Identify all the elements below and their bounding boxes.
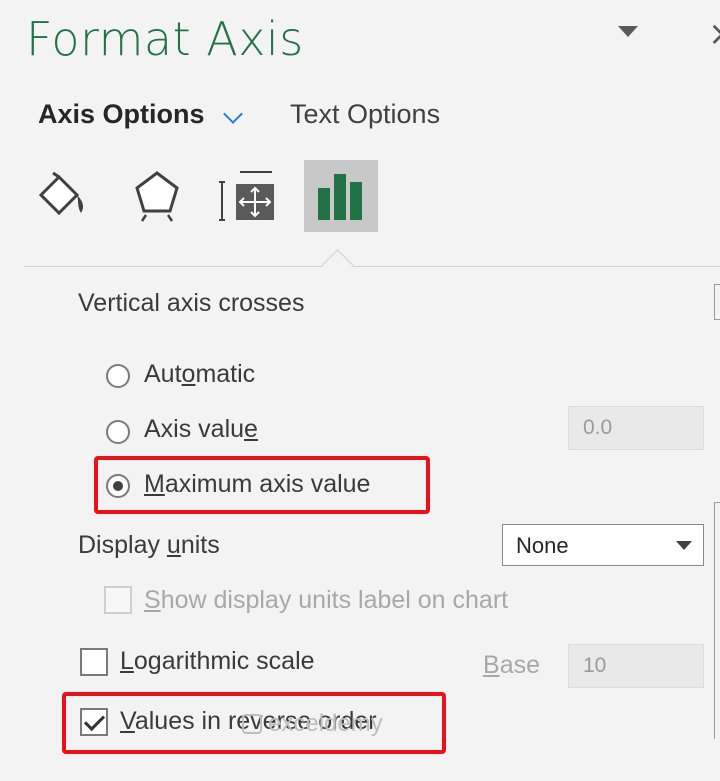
fill-line-icon [38, 171, 84, 216]
size-properties-icon [219, 171, 274, 221]
tab-axis-options[interactable]: Axis Options [38, 99, 205, 130]
logarithmic-scale-label[interactable]: Logarithmic scale [120, 647, 315, 676]
logarithmic-scale-checkbox[interactable] [80, 648, 108, 676]
show-display-units-label[interactable]: Show display units label on chart [144, 586, 508, 615]
radio-automatic-label[interactable]: Automatic [144, 360, 255, 389]
active-tab-pointer [321, 249, 354, 282]
dropdown-arrow-icon[interactable] [676, 541, 692, 550]
tab-text-options[interactable]: Text Options [290, 99, 440, 130]
radio-automatic[interactable] [106, 364, 130, 388]
show-display-units-checkbox[interactable] [104, 586, 132, 614]
section-divider [24, 266, 720, 267]
tab-effects[interactable] [120, 160, 194, 232]
tab-size-properties[interactable] [212, 160, 286, 232]
close-icon[interactable]: × [708, 14, 720, 54]
tab-axis-options-icon[interactable] [304, 160, 378, 232]
chevron-down-icon[interactable] [223, 104, 243, 124]
vertical-axis-crosses-label: Vertical axis crosses [78, 289, 305, 317]
radio-axis-value[interactable] [106, 420, 130, 444]
base-input[interactable]: 10 [568, 644, 704, 688]
tab-fill-line[interactable] [26, 160, 100, 232]
display-units-label: Display units [78, 531, 220, 559]
base-label: Base [483, 651, 540, 679]
panel-title: Format Axis [26, 12, 304, 66]
scrollbar-edge [714, 502, 720, 739]
effects-pentagon-icon [135, 171, 179, 222]
axis-value-input[interactable]: 0.0 [568, 406, 704, 450]
scrollbar-edge [714, 284, 720, 320]
radio-axis-value-label[interactable]: Axis value [144, 415, 258, 444]
display-units-value: None [516, 533, 569, 558]
watermark: exceldemy [242, 710, 383, 738]
axis-options-bar-chart-icon [318, 174, 362, 220]
highlight-box [94, 456, 430, 514]
watermark-logo-icon [242, 714, 262, 734]
panel-options-dropdown-icon[interactable] [618, 26, 638, 37]
